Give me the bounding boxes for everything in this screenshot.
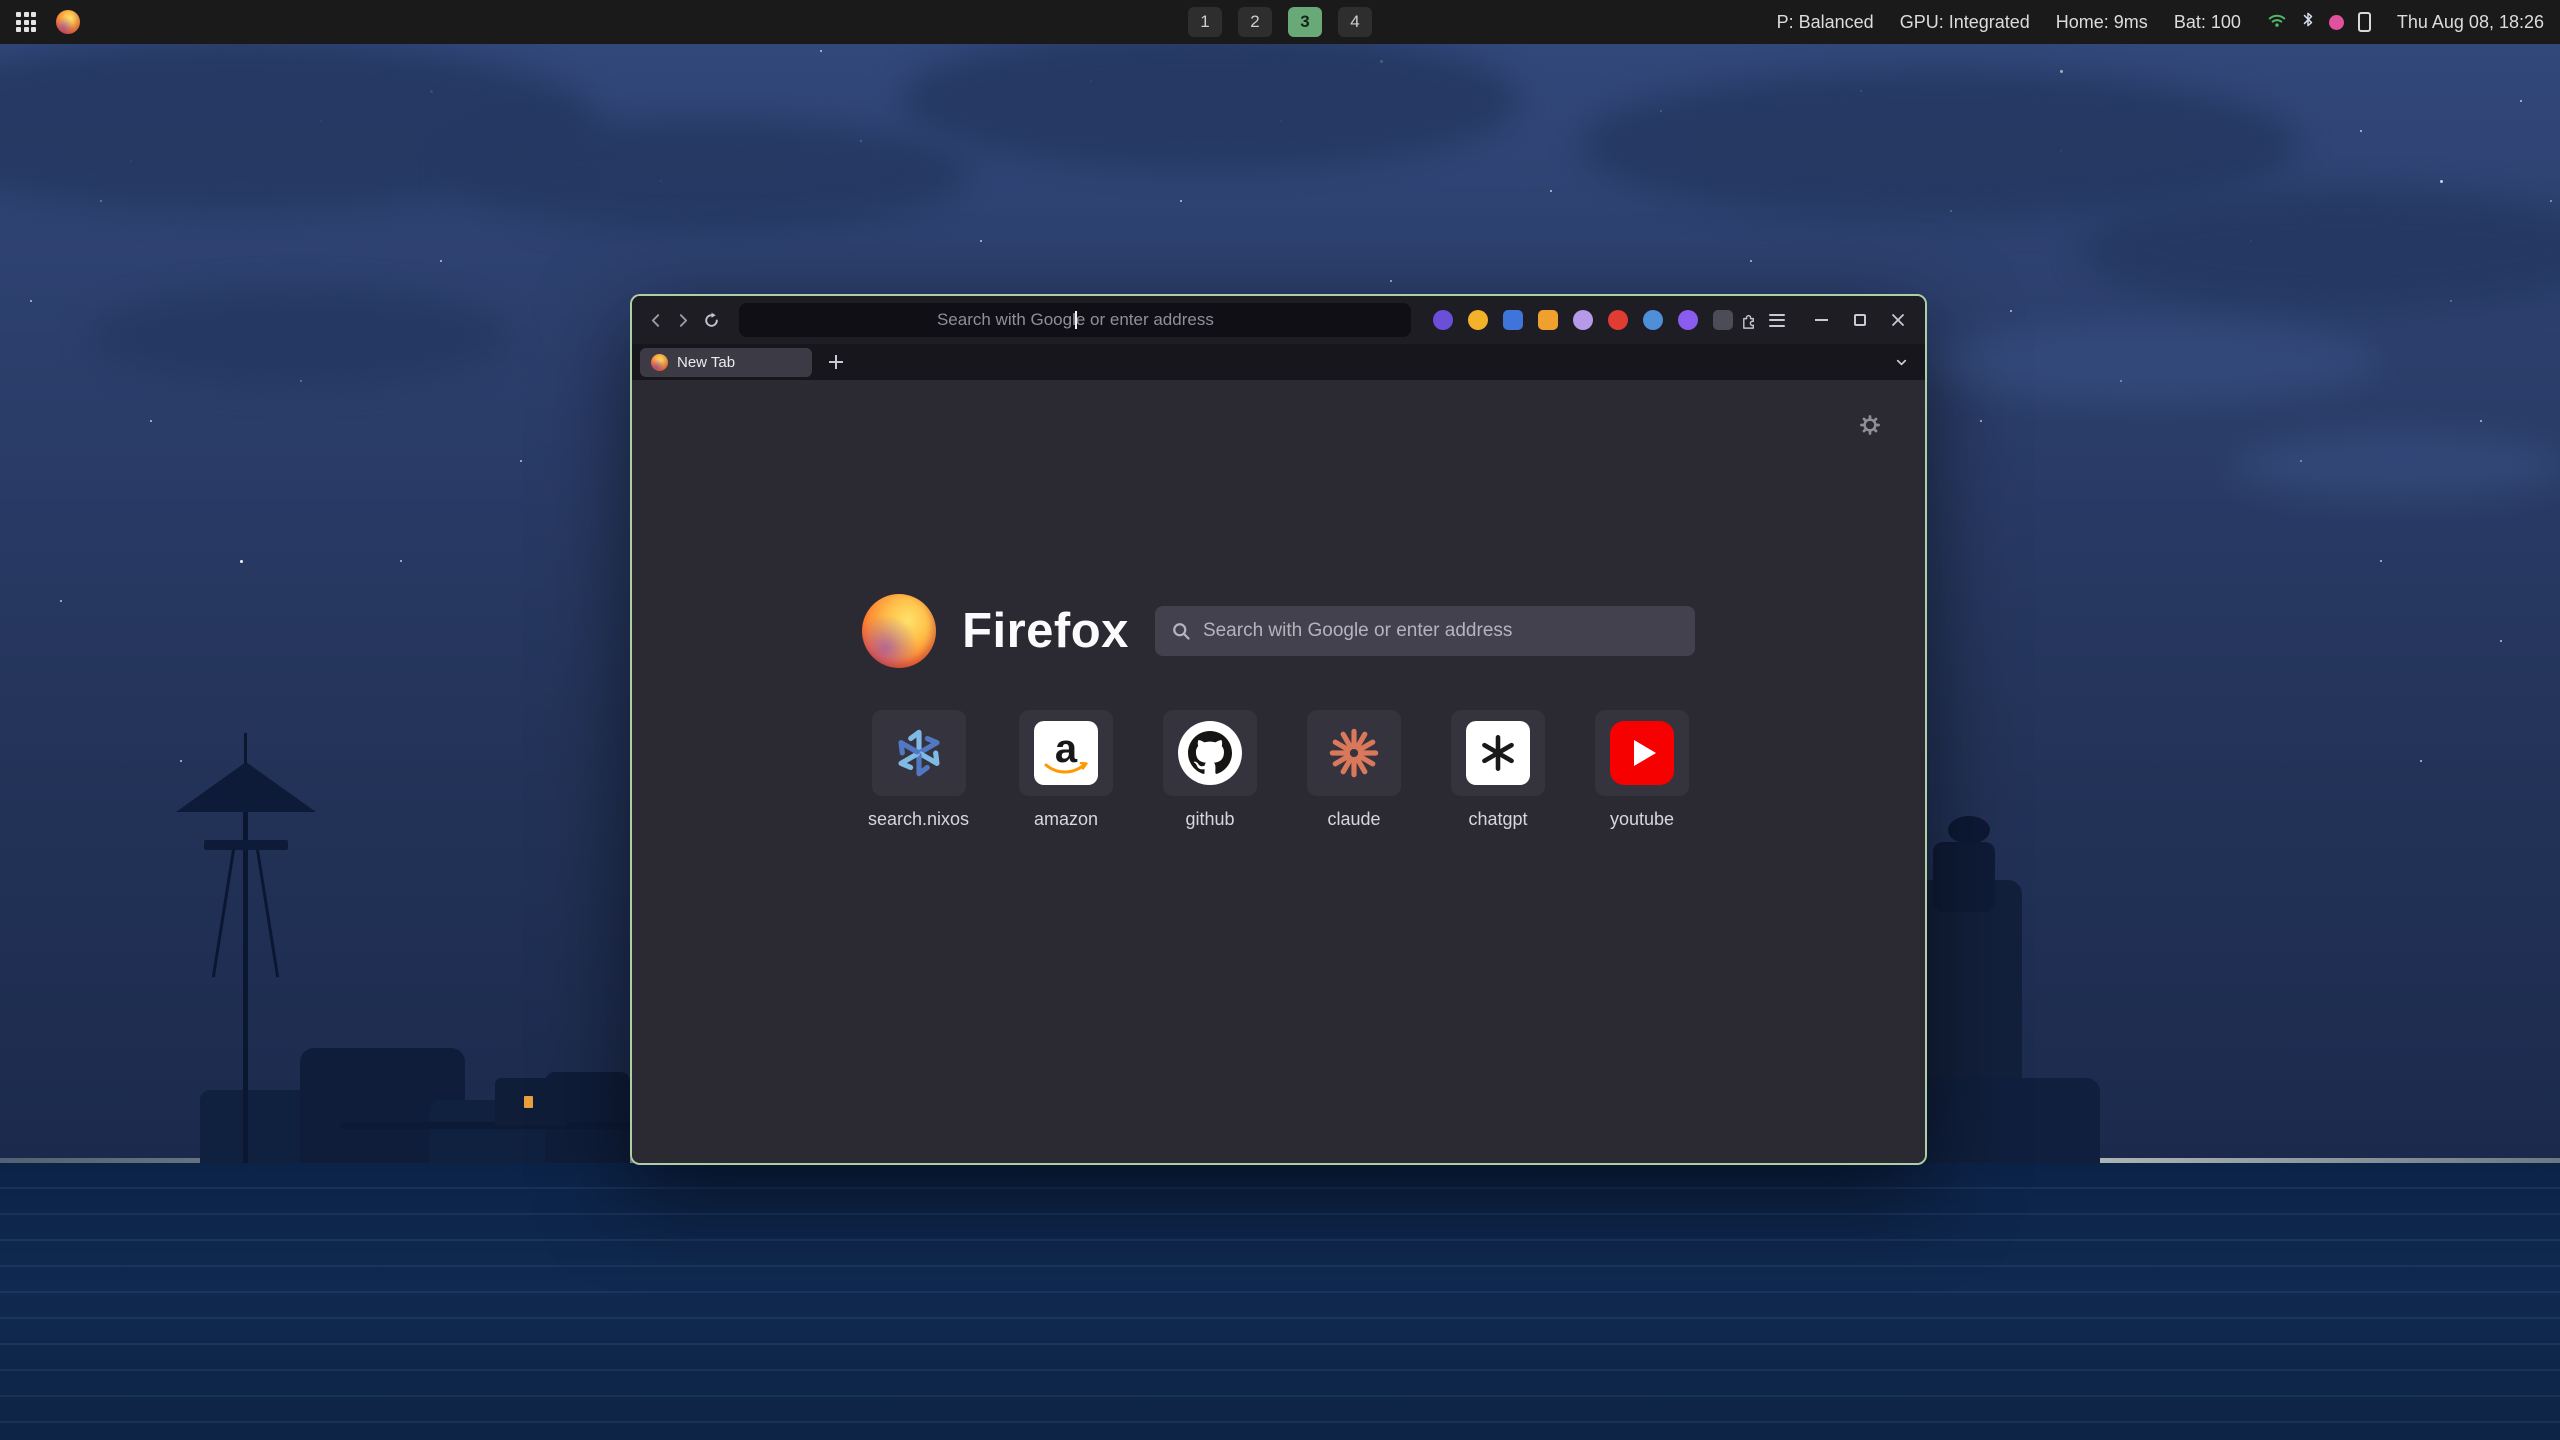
bluetooth-icon[interactable] [2301, 10, 2315, 34]
shortcut-github[interactable]: github [1163, 710, 1257, 830]
tab-title: New Tab [677, 354, 735, 371]
openai-knot-icon [1466, 721, 1530, 785]
forward-button[interactable] [672, 303, 696, 337]
shortcut-amazon[interactable]: a amazon [1019, 710, 1113, 830]
extensions-row [1433, 310, 1733, 330]
nixos-tile [872, 710, 966, 796]
newtab-search-input[interactable] [1203, 620, 1679, 642]
ocean [0, 1163, 2560, 1440]
new-tab-page: Firefox [632, 380, 1925, 1163]
url-bar [739, 303, 1411, 337]
shortcut-chatgpt[interactable]: chatgpt [1451, 710, 1545, 830]
extension-icon-8[interactable] [1678, 310, 1698, 330]
workspace-button-1[interactable]: 1 [1188, 7, 1222, 37]
battery-status: Bat: 100 [2174, 12, 2241, 33]
shortcut-claude[interactable]: claude [1307, 710, 1401, 830]
clock: Thu Aug 08, 18:26 [2397, 12, 2544, 33]
shortcut-tiles: search.nixos a amazon [632, 710, 1925, 830]
extension-icon-7[interactable] [1643, 310, 1663, 330]
right-island-tree [1948, 816, 1990, 844]
extension-icon-6[interactable] [1608, 310, 1628, 330]
extensions-puzzle-icon[interactable] [1737, 303, 1761, 337]
firefox-wordmark: Firefox [962, 603, 1129, 659]
power-profile-status: P: Balanced [1777, 12, 1874, 33]
shortcut-label: search.nixos [868, 809, 969, 830]
newtab-hero: Firefox [632, 594, 1925, 668]
github-octocat-icon [1178, 721, 1242, 785]
firefox-window: New Tab Fi [630, 294, 1927, 1165]
cloud [2080, 190, 2560, 310]
claude-tile [1307, 710, 1401, 796]
ping-status: Home: 9ms [2056, 12, 2148, 33]
wifi-icon[interactable] [2267, 11, 2287, 33]
cloud [1920, 320, 2380, 405]
menu-hamburger-icon[interactable] [1765, 303, 1789, 337]
nixos-snowflake-icon [890, 724, 948, 782]
search-icon [1171, 621, 1191, 641]
hut-window-light [524, 1096, 533, 1108]
cloud [90, 290, 510, 385]
cloud [450, 120, 970, 230]
shortcut-label: amazon [1034, 809, 1098, 830]
firefox-favicon [651, 354, 668, 371]
extension-icon-5[interactable] [1573, 310, 1593, 330]
workspace-switcher: 1 2 3 4 [1188, 7, 1372, 37]
workspace-button-3[interactable]: 3 [1288, 7, 1322, 37]
claude-starburst-icon [1328, 727, 1380, 779]
close-button[interactable] [1883, 305, 1913, 335]
new-tab-button[interactable] [822, 348, 850, 376]
gear-icon[interactable] [1859, 414, 1881, 441]
shortcut-youtube[interactable]: youtube [1595, 710, 1689, 830]
maximize-button[interactable] [1845, 305, 1875, 335]
cloud [1580, 70, 2300, 220]
extension-icon-2[interactable] [1468, 310, 1488, 330]
cloud [900, 30, 1520, 170]
cloud [2230, 430, 2560, 500]
status-bar-left [16, 10, 80, 34]
chatgpt-tile [1451, 710, 1545, 796]
amazon-icon: a [1034, 721, 1098, 785]
indicator-dot-icon[interactable] [2329, 15, 2344, 30]
amazon-letter: a [1055, 732, 1077, 766]
apps-grid-icon[interactable] [16, 12, 36, 32]
browser-toolbar [632, 296, 1925, 344]
back-button[interactable] [644, 303, 668, 337]
github-tile [1163, 710, 1257, 796]
tab-bar: New Tab [632, 344, 1925, 380]
right-island-rock [1933, 842, 1995, 912]
system-tray [2267, 10, 2371, 34]
firefox-logo [862, 594, 936, 668]
shortcut-label: github [1186, 809, 1235, 830]
extension-icon-4[interactable] [1538, 310, 1558, 330]
workspace-button-2[interactable]: 2 [1238, 7, 1272, 37]
reload-button[interactable] [700, 303, 724, 337]
extension-icon-1[interactable] [1433, 310, 1453, 330]
extension-icon-3[interactable] [1503, 310, 1523, 330]
status-bar-right: P: Balanced GPU: Integrated Home: 9ms Ba… [1777, 10, 2544, 34]
shortcut-label: chatgpt [1469, 809, 1528, 830]
shortcut-label: youtube [1610, 809, 1674, 830]
island-bridge [340, 1122, 640, 1129]
phone-icon[interactable] [2358, 12, 2371, 32]
amazon-tile: a [1019, 710, 1113, 796]
tab-new-tab[interactable]: New Tab [640, 348, 812, 377]
youtube-play-icon [1610, 721, 1674, 785]
extension-icon-9[interactable] [1713, 310, 1733, 330]
watchtower-canopy [176, 762, 316, 812]
text-caret [1075, 311, 1077, 329]
gpu-status: GPU: Integrated [1900, 12, 2030, 33]
newtab-search-bar [1155, 606, 1695, 656]
shortcut-label: claude [1328, 809, 1381, 830]
shortcut-search-nixos[interactable]: search.nixos [868, 710, 969, 830]
minimize-button[interactable] [1807, 305, 1837, 335]
list-all-tabs-icon[interactable] [1894, 355, 1909, 370]
firefox-launcher-icon[interactable] [56, 10, 80, 34]
window-controls [1807, 305, 1913, 335]
youtube-tile [1595, 710, 1689, 796]
status-bar: 1 2 3 4 P: Balanced GPU: Integrated Home… [0, 0, 2560, 44]
watchtower-platform [204, 840, 288, 850]
workspace-button-4[interactable]: 4 [1338, 7, 1372, 37]
desktop: 1 2 3 4 P: Balanced GPU: Integrated Home… [0, 0, 2560, 1440]
